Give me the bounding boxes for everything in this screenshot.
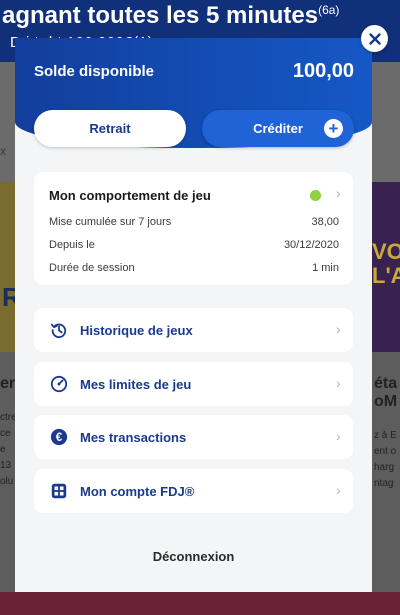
svg-text:€: € <box>56 431 63 444</box>
credit-button[interactable]: Créditer + <box>202 110 354 147</box>
behavior-row: Durée de session 1 min <box>49 262 339 274</box>
balance-label: Solde disponible <box>34 63 155 80</box>
close-icon <box>368 32 381 45</box>
menu-item-label: Mes transactions <box>80 430 187 445</box>
menu-item-game-history[interactable]: Historique de jeux › <box>34 308 353 352</box>
behavior-row-value: 1 min <box>312 262 339 274</box>
behavior-row-label: Durée de session <box>49 262 135 274</box>
close-button[interactable] <box>361 25 388 52</box>
menu-item-game-limits[interactable]: Mes limites de jeu › <box>34 362 353 406</box>
account-grid-icon <box>51 483 67 499</box>
account-panel: Solde disponible 100,00 Retrait Créditer… <box>15 38 372 592</box>
status-indicator-icon <box>310 190 321 201</box>
gaming-behavior-title: Mon comportement de jeu <box>49 188 211 203</box>
history-icon <box>50 323 67 338</box>
menu-item-label: Historique de jeux <box>80 323 193 338</box>
gauge-icon <box>50 375 68 393</box>
chevron-right-icon: › <box>336 375 341 391</box>
behavior-row-value: 30/12/2020 <box>283 239 339 251</box>
behavior-row: Depuis le 30/12/2020 <box>49 239 339 251</box>
logout-button[interactable]: Déconnexion <box>15 549 372 564</box>
behavior-row: Mise cumulée sur 7 jours 38,00 <box>49 216 339 228</box>
chevron-right-icon: › <box>336 185 341 201</box>
chevron-right-icon: › <box>336 482 341 498</box>
plus-icon: + <box>324 119 343 138</box>
credit-label: Créditer <box>253 121 303 136</box>
chevron-right-icon: › <box>336 321 341 337</box>
menu-item-account[interactable]: Mon compte FDJ® › <box>34 469 353 513</box>
withdraw-label: Retrait <box>89 121 131 136</box>
withdraw-button[interactable]: Retrait <box>34 110 186 147</box>
chevron-right-icon: › <box>336 428 341 444</box>
menu-item-label: Mes limites de jeu <box>80 377 192 392</box>
menu-item-transactions[interactable]: € Mes transactions › <box>34 415 353 459</box>
euro-icon: € <box>50 428 68 446</box>
background-right-text: éta oM z à E ent o harg ntag <box>374 376 398 489</box>
background-left-card: R <box>0 182 21 352</box>
background-left-text: er ctre ce e 13 olu <box>0 375 17 488</box>
background-banner-title: agnant toutes les 5 minutes(6a) <box>2 2 340 29</box>
balance-value: 100,00 <box>292 60 354 82</box>
menu-item-label: Mon compte FDJ® <box>80 484 195 499</box>
behavior-row-label: Mise cumulée sur 7 jours <box>49 216 172 228</box>
behavior-row-value: 38,00 <box>311 216 339 228</box>
gaming-behavior-card[interactable]: Mon comportement de jeu › Mise cumulée s… <box>34 172 353 285</box>
background-footer-strip <box>0 592 400 615</box>
background-right-card: VOU L'A <box>372 182 400 352</box>
behavior-row-label: Depuis le <box>49 239 95 251</box>
